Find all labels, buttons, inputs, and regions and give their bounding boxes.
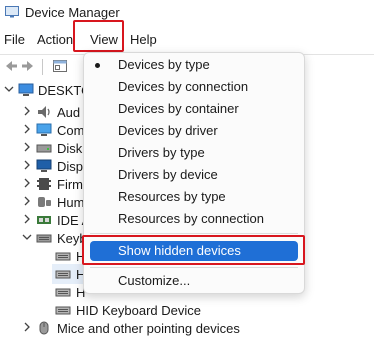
firmware-icon bbox=[37, 178, 51, 190]
menu-file[interactable]: File bbox=[4, 32, 25, 47]
chevron-right-icon[interactable] bbox=[22, 106, 32, 116]
disk-drive-icon bbox=[36, 144, 52, 153]
title-bar: Device Manager bbox=[0, 0, 374, 26]
menu-help[interactable]: Help bbox=[130, 32, 157, 47]
tree-item[interactable]: Firm bbox=[0, 174, 90, 194]
tree-item-label: Aud bbox=[57, 105, 81, 120]
keyboard-icon bbox=[55, 288, 71, 297]
window-title: Device Manager bbox=[25, 5, 120, 20]
checked-bullet-icon bbox=[95, 63, 100, 68]
audio-icon bbox=[38, 106, 50, 118]
computer-icon bbox=[36, 123, 52, 136]
tree-item-label: Firm bbox=[57, 177, 83, 192]
tree-item-label: Disk bbox=[57, 141, 83, 156]
menu-bar: File Action View Help bbox=[0, 26, 374, 52]
menu-action[interactable]: Action bbox=[37, 32, 73, 47]
tree-item[interactable]: Disp bbox=[0, 156, 90, 176]
menu-item-label: Devices by type bbox=[118, 57, 210, 72]
chevron-down-icon[interactable] bbox=[4, 84, 14, 94]
keyboard-device-label: HID Keyboard Device bbox=[76, 303, 201, 318]
keyboard-icon bbox=[55, 270, 71, 279]
device-manager-icon bbox=[5, 6, 19, 18]
tree-item-label: Mice and other pointing devices bbox=[57, 321, 240, 336]
tree-root[interactable]: DESKTO bbox=[0, 80, 91, 100]
menu-item-label: Devices by connection bbox=[118, 79, 249, 94]
chevron-down-icon[interactable] bbox=[22, 232, 32, 242]
tree-item[interactable]: Hum bbox=[0, 192, 90, 212]
toolbar-separator bbox=[42, 59, 43, 75]
tree-item-label: Hum bbox=[57, 195, 85, 210]
chevron-right-icon[interactable] bbox=[22, 160, 32, 170]
tree-item-label: Com bbox=[57, 123, 85, 138]
view-menu-annotation bbox=[73, 20, 124, 52]
menu-item-devices-by-type[interactable]: Devices by type bbox=[84, 54, 304, 76]
forward-arrow-icon[interactable] bbox=[21, 58, 37, 74]
display-adapter-icon bbox=[36, 159, 52, 172]
back-arrow-icon[interactable] bbox=[2, 58, 18, 74]
menu-item-customize[interactable]: Customize... bbox=[84, 270, 304, 292]
keyboard-icon bbox=[55, 252, 71, 261]
hid-icon bbox=[38, 197, 51, 207]
tree-item[interactable]: Keyb bbox=[0, 228, 90, 248]
menu-item-label: Resources by connection bbox=[118, 211, 264, 226]
menu-item-resources-by-type[interactable]: Resources by type bbox=[84, 186, 304, 208]
tree-item[interactable]: IDE A bbox=[0, 210, 90, 230]
chevron-right-icon[interactable] bbox=[22, 214, 32, 224]
tree-item[interactable]: Disk bbox=[0, 138, 90, 158]
keyboard-device-row[interactable]: H bbox=[0, 246, 90, 266]
keyboard-icon bbox=[55, 306, 71, 315]
chevron-right-icon[interactable] bbox=[22, 124, 32, 134]
tree-item-label: Disp bbox=[57, 159, 84, 174]
computer-icon bbox=[18, 83, 34, 96]
mouse-icon bbox=[39, 321, 49, 335]
menu-item-label: Devices by container bbox=[118, 101, 239, 116]
chevron-right-icon[interactable] bbox=[22, 196, 32, 206]
menu-separator bbox=[90, 267, 298, 268]
ide-controller-icon bbox=[37, 216, 51, 224]
menu-item-label: Resources by type bbox=[118, 189, 226, 204]
show-hidden-annotation bbox=[82, 235, 305, 265]
menu-item-drivers-by-device[interactable]: Drivers by device bbox=[84, 164, 304, 186]
menu-item-label: Drivers by type bbox=[118, 145, 205, 160]
tree-item[interactable]: Aud bbox=[0, 102, 90, 122]
menu-item-drivers-by-type[interactable]: Drivers by type bbox=[84, 142, 304, 164]
menu-item-resources-by-connection[interactable]: Resources by connection bbox=[84, 208, 304, 230]
tree-item-mice[interactable]: Mice and other pointing devices bbox=[0, 318, 260, 338]
keyboard-icon bbox=[36, 234, 52, 243]
menu-item-devices-by-driver[interactable]: Devices by driver bbox=[84, 120, 304, 142]
keyboard-device-row[interactable]: H bbox=[0, 282, 90, 302]
tree-item[interactable]: Com bbox=[0, 120, 90, 140]
properties-icon[interactable] bbox=[52, 58, 68, 74]
menu-separator bbox=[90, 233, 298, 234]
menu-item-devices-by-container[interactable]: Devices by container bbox=[84, 98, 304, 120]
menu-item-label: Drivers by device bbox=[118, 167, 218, 182]
chevron-right-icon[interactable] bbox=[22, 142, 32, 152]
menu-item-devices-by-connection[interactable]: Devices by connection bbox=[84, 76, 304, 98]
keyboard-device-row[interactable]: HID Keyboard Device bbox=[0, 300, 201, 320]
menu-item-label: Customize... bbox=[118, 273, 191, 288]
menu-item-label: Devices by driver bbox=[118, 123, 218, 138]
chevron-right-icon[interactable] bbox=[22, 178, 32, 188]
